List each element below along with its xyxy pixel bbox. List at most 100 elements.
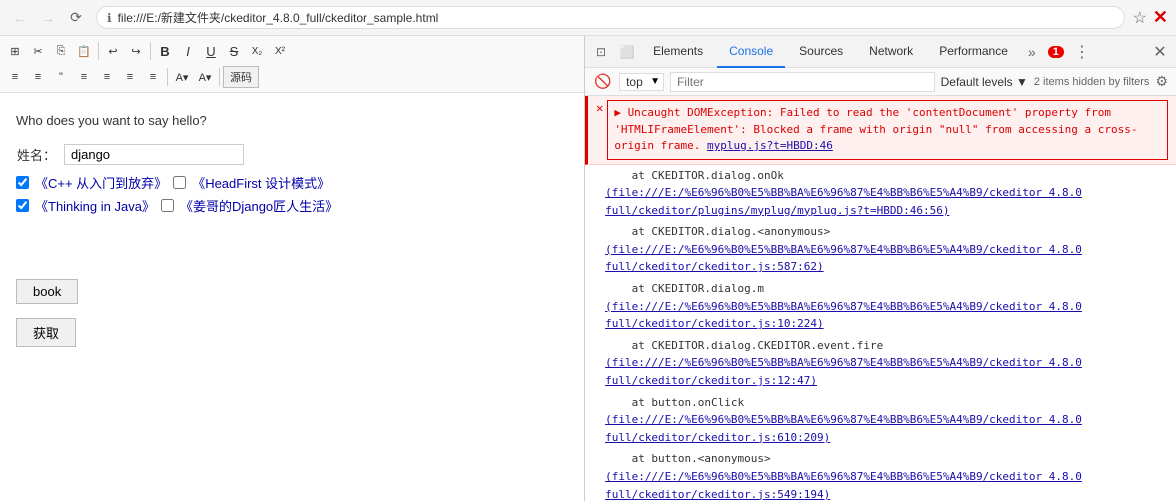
ck-align-center-btn[interactable]: ≡ (96, 66, 118, 88)
webpage-panel: ⊞ ✂ ⎘ 📋 ↩ ↪ B I U S X₂ X² ≡ ≡ " ≡ ≡ (0, 36, 585, 501)
ck-blockquote-btn[interactable]: " (50, 66, 72, 88)
trace-link-3[interactable]: (file:///E:/%E6%96%B0%E5%BB%BA%E6%96%87%… (605, 356, 1082, 387)
get-button[interactable]: 获取 (16, 318, 76, 347)
webpage-content: Who does you want to say hello? 姓名： 《C++… (0, 93, 584, 501)
ck-toolbar: ⊞ ✂ ⎘ 📋 ↩ ↪ B I U S X₂ X² ≡ ≡ " ≡ ≡ (0, 36, 584, 93)
ck-font-color-btn[interactable]: A▾ (171, 66, 193, 88)
console-toolbar: 🚫 top ▼ Default levels ▼ 2 items hidden … (585, 68, 1176, 96)
ck-strike-btn[interactable]: S (223, 40, 245, 62)
ck-align-justify-btn[interactable]: ≡ (142, 66, 164, 88)
console-trace-3: at CKEDITOR.dialog.CKEDITOR.event.fire (… (585, 335, 1176, 392)
checkbox-cpp[interactable] (16, 176, 29, 189)
name-label: 姓名： (16, 145, 56, 164)
devtools-menu-btn[interactable]: ⋮ (1070, 40, 1094, 64)
console-hidden-text: 2 items hidden by filters (1034, 76, 1150, 88)
checkbox-hf[interactable] (173, 176, 186, 189)
ck-bg-color-btn[interactable]: A▾ (194, 66, 216, 88)
ck-subscript-btn[interactable]: X₂ (246, 40, 268, 62)
checkbox-row1: 《C++ 从入门到放弃》 《HeadFirst 设计模式》 (16, 173, 338, 192)
console-error-box: ▶ Uncaught DOMException: Failed to read … (607, 100, 1168, 160)
ck-sep3 (167, 68, 168, 86)
console-clear-btn[interactable]: 🚫 (593, 72, 613, 92)
ck-superscript-btn[interactable]: X² (269, 40, 291, 62)
tab-sources[interactable]: Sources (787, 36, 855, 68)
nav-buttons: ← → ⟳ (8, 6, 88, 30)
tab-performance[interactable]: Performance (927, 36, 1020, 68)
trace-link-2[interactable]: (file:///E:/%E6%96%B0%E5%BB%BA%E6%96%87%… (605, 300, 1082, 331)
console-trace-4: at button.onClick (file:///E:/%E6%96%B0%… (585, 392, 1176, 449)
error-link[interactable]: myplug.js?t=HBDD:46 (707, 139, 833, 152)
tab-elements[interactable]: Elements (641, 36, 715, 68)
console-trace-5: at button.<anonymous> (file:///E:/%E6%96… (585, 448, 1176, 501)
console-error-main: ▶ Uncaught DOMException: Failed to read … (614, 105, 1161, 155)
name-input[interactable] (64, 144, 244, 165)
checkbox-cpp-label: 《C++ 从入门到放弃》 (35, 173, 167, 192)
form-left-col: 姓名： 《C++ 从入门到放弃》 《HeadFirst 设计模式》 《Think… (16, 136, 338, 219)
ck-sep4 (219, 68, 220, 86)
ck-align-left-btn[interactable]: ≡ (73, 66, 95, 88)
name-row: 姓名： (16, 144, 338, 165)
checkbox-row2: 《Thinking in Java》 《姜哥的Django匠人生活》 (16, 196, 338, 215)
ck-sep1 (98, 42, 99, 60)
console-settings-btn[interactable]: ⚙ (1155, 73, 1168, 90)
trace-link-0[interactable]: (file:///E:/%E6%96%B0%E5%BB%BA%E6%96%87%… (605, 186, 1082, 217)
ck-bold-btn[interactable]: B (154, 40, 176, 62)
address-text: file:///E:/新建文件夹/ckeditor_4.8.0_full/cke… (118, 9, 1114, 26)
console-context-wrap: top ▼ (619, 73, 664, 91)
devtools-cursor-btn[interactable]: ⊡ (589, 40, 613, 64)
console-trace-2: at CKEDITOR.dialog.m (file:///E:/%E6%96%… (585, 278, 1176, 335)
ck-sep2 (150, 42, 151, 60)
error-badge: 1 (1048, 46, 1064, 58)
ck-italic-btn[interactable]: I (177, 40, 199, 62)
ck-toolbar-row1: ⊞ ✂ ⎘ 📋 ↩ ↪ B I U S X₂ X² (2, 38, 582, 64)
ck-list-ol-btn[interactable]: ≡ (4, 66, 26, 88)
devtools-panel: ⊡ ⬜ Elements Console Sources Network Per… (585, 36, 1176, 501)
console-trace-1: at CKEDITOR.dialog.<anonymous> (file:///… (585, 221, 1176, 278)
checkbox-java-label: 《Thinking in Java》 (35, 196, 155, 215)
console-output: ✕ ▶ Uncaught DOMException: Failed to rea… (585, 96, 1176, 501)
error-triangle: ▶ (614, 106, 627, 119)
ck-copy-btn[interactable]: ⎘ (50, 40, 72, 62)
form-title: Who does you want to say hello? (16, 113, 568, 128)
console-context-select[interactable]: top (619, 73, 664, 91)
devtools-more-btn[interactable]: » (1022, 40, 1042, 64)
security-icon: ℹ (107, 11, 112, 25)
tab-console[interactable]: Console (717, 36, 785, 68)
main-area: ⊞ ✂ ⎘ 📋 ↩ ↪ B I U S X₂ X² ≡ ≡ " ≡ ≡ (0, 36, 1176, 501)
ck-underline-btn[interactable]: U (200, 40, 222, 62)
console-filter-input[interactable] (670, 72, 935, 92)
checkbox-hf-label: 《HeadFirst 设计模式》 (192, 173, 330, 192)
get-section: 获取 (16, 310, 568, 347)
trace-link-4[interactable]: (file:///E:/%E6%96%B0%E5%BB%BA%E6%96%87%… (605, 413, 1082, 444)
close-circle-icon[interactable]: ✕ (1153, 7, 1168, 28)
console-error-entry: ✕ ▶ Uncaught DOMException: Failed to rea… (585, 96, 1176, 165)
form-section: Who does you want to say hello? 姓名： 《C++… (16, 113, 568, 347)
ck-grid-btn[interactable]: ⊞ (4, 40, 26, 62)
ck-undo-btn[interactable]: ↩ (102, 40, 124, 62)
reload-button[interactable]: ⟳ (64, 6, 88, 30)
tab-network[interactable]: Network (857, 36, 925, 68)
ck-source-btn[interactable]: 源码 (223, 66, 259, 88)
ck-cut-btn[interactable]: ✂ (27, 40, 49, 62)
console-level-select[interactable]: Default levels ▼ (941, 75, 1028, 89)
browser-toolbar: ← → ⟳ ℹ file:///E:/新建文件夹/ckeditor_4.8.0_… (0, 0, 1176, 36)
ck-align-right-btn[interactable]: ≡ (119, 66, 141, 88)
toolbar-actions: ☆ ✕ (1133, 7, 1168, 28)
book-button[interactable]: book (16, 279, 78, 304)
address-bar: ℹ file:///E:/新建文件夹/ckeditor_4.8.0_full/c… (96, 6, 1125, 29)
devtools-close-btn[interactable]: ✕ (1148, 40, 1172, 64)
checkbox-django[interactable] (161, 199, 174, 212)
ck-list-ul-btn[interactable]: ≡ (27, 66, 49, 88)
devtools-device-btn[interactable]: ⬜ (615, 40, 639, 64)
back-button[interactable]: ← (8, 6, 32, 30)
trace-link-5[interactable]: (file:///E:/%E6%96%B0%E5%BB%BA%E6%96%87%… (605, 470, 1082, 501)
forward-button[interactable]: → (36, 6, 60, 30)
ck-redo-btn[interactable]: ↪ (125, 40, 147, 62)
bookmark-icon[interactable]: ☆ (1133, 8, 1147, 28)
console-trace-0: at CKEDITOR.dialog.onOk (file:///E:/%E6%… (585, 165, 1176, 222)
checkbox-java[interactable] (16, 199, 29, 212)
ck-paste-btn[interactable]: 📋 (73, 40, 95, 62)
trace-link-1[interactable]: (file:///E:/%E6%96%B0%E5%BB%BA%E6%96%87%… (605, 243, 1082, 274)
devtools-tabs: ⊡ ⬜ Elements Console Sources Network Per… (585, 36, 1176, 68)
error-text: Uncaught DOMException: Failed to read th… (614, 106, 1137, 152)
